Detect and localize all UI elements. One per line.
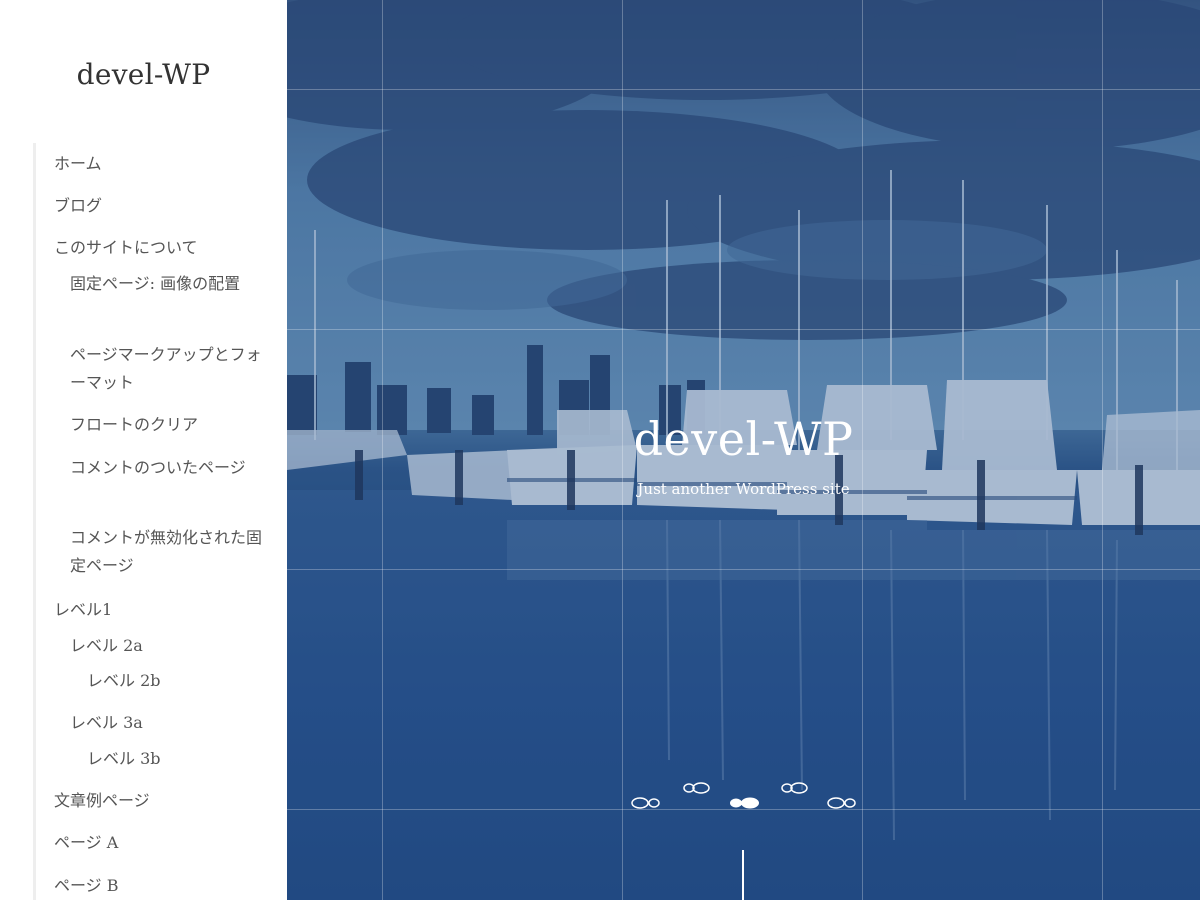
nav-item-clearing-floats[interactable]: フロートのクリア (70, 411, 265, 439)
grid-line (287, 569, 1200, 570)
hero-tagline: Just another WordPress site (637, 480, 850, 498)
hero-site-title: devel-WP (633, 412, 854, 466)
nav-item-page-with-comments[interactable]: コメントのついたページ (70, 454, 265, 482)
scroll-down-line[interactable] (742, 850, 744, 900)
nav-item-level-2a[interactable]: レベル 2a (70, 632, 265, 660)
nav-item-page-b[interactable]: ページ B (54, 872, 264, 900)
nav-item-image-alignment[interactable]: 固定ページ: 画像の配置 (70, 270, 265, 298)
nav-item-blog[interactable]: ブログ (54, 192, 264, 220)
grid-line (287, 89, 1200, 90)
footprint-icon (827, 797, 856, 809)
nav-item-home[interactable]: ホーム (54, 150, 264, 178)
nav-divider (33, 143, 36, 900)
nav-item-markup-formatting[interactable]: ページマークアップとフォーマット (70, 341, 265, 397)
nav-item-level-3a[interactable]: レベル 3a (70, 709, 265, 737)
nav-item-level-3b[interactable]: レベル 3b (87, 745, 267, 773)
grid-line (287, 329, 1200, 330)
footprint-icon (781, 782, 808, 794)
footprint-icon (683, 782, 710, 794)
nav-item-sample-text[interactable]: 文章例ページ (54, 787, 264, 815)
nav-item-page-a[interactable]: ページ A (54, 829, 264, 857)
sidebar: devel-WP ホーム ブログ このサイトについて 固定ページ: 画像の配置 … (0, 0, 287, 900)
site-title[interactable]: devel-WP (0, 58, 287, 91)
footprint-icon (631, 797, 660, 809)
nav-item-level-2b[interactable]: レベル 2b (87, 667, 267, 695)
nav-item-about[interactable]: このサイトについて (54, 234, 264, 262)
hero-header: devel-WP Just another WordPress site (287, 0, 1200, 900)
footprint-icon (730, 797, 759, 809)
nav-item-level-1[interactable]: レベル1 (54, 596, 264, 624)
nav-item-comments-disabled[interactable]: コメントが無効化された固定ページ (70, 524, 265, 580)
